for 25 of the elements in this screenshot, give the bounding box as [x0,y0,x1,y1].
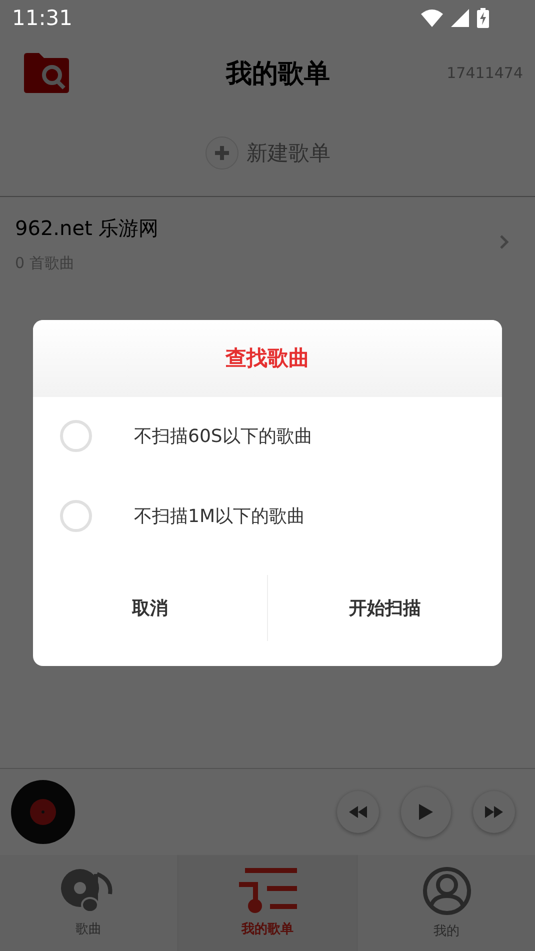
radio-button[interactable] [60,420,92,452]
playlist-name: 962.net 乐游网 [15,214,160,242]
battery-icon [477,8,489,28]
rewind-button[interactable] [337,791,379,833]
plus-icon [204,136,238,170]
chevron-right-icon[interactable] [499,234,509,250]
fast-forward-icon [485,806,503,818]
profile-icon [422,866,472,916]
signal-icon [451,9,469,27]
page-title: 我的歌单 [224,58,331,90]
dialog-button[interactable]: 取消 [33,574,267,641]
option-label[interactable]: 不扫描1M以下的歌曲 [134,504,305,528]
dialog-title: 查找歌曲 [226,345,310,372]
status-time: 11:31 [12,6,74,30]
folder-search-icon[interactable] [24,53,69,93]
rewind-icon [349,806,367,818]
fast-forward-button[interactable] [473,791,515,833]
vinyl-disc-icon[interactable] [11,780,75,844]
dialog-button[interactable]: 开始扫描 [268,574,502,641]
play-button[interactable] [401,787,451,837]
radio-button[interactable] [60,500,92,532]
wifi-icon [421,9,443,27]
play-icon [419,804,433,820]
option-label[interactable]: 不扫描60S以下的歌曲 [134,424,312,448]
playlist-icon [238,868,296,914]
